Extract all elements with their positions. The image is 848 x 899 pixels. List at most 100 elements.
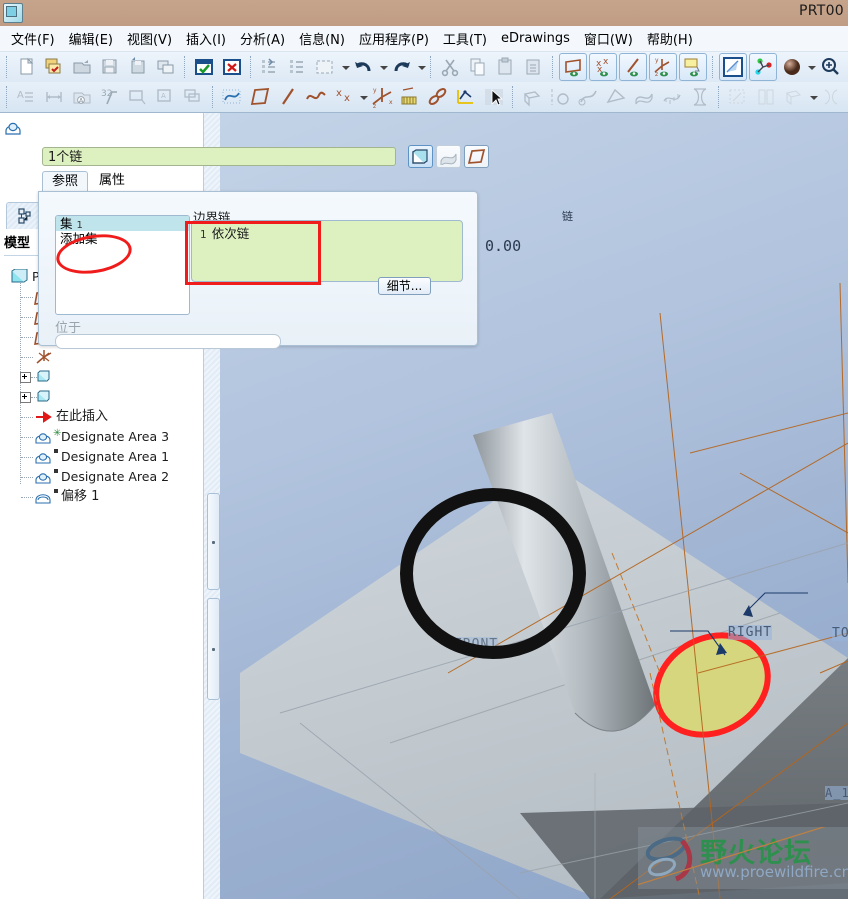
tree-expand-icon[interactable] [20,392,31,403]
pattern-icon[interactable] [781,84,807,110]
toolbar-separator [712,56,714,78]
accept-check-icon[interactable] [191,54,217,80]
datum-plane-icon[interactable] [559,53,587,81]
detail-button[interactable]: 细节... [378,277,431,295]
toolbar-primary: xxx yz [0,52,848,82]
zoom-in-icon[interactable] [817,54,843,80]
title-bar: PRT00 [0,0,848,27]
pointer-icon[interactable] [481,84,507,110]
blend-icon[interactable] [603,84,629,110]
set-list-row-set1[interactable]: 集 1 [56,216,189,231]
layer-icon[interactable] [125,84,151,110]
surface-icon[interactable] [631,84,657,110]
regenerate-all-icon[interactable] [285,54,311,80]
new-file-icon[interactable] [13,54,39,80]
revolve-icon[interactable] [547,84,573,110]
curve-yellow-icon[interactable] [453,84,479,110]
selection-dropdown-arrow-icon[interactable] [340,54,350,80]
extrude-icon[interactable] [519,84,545,110]
menu-tools[interactable]: 工具(T) [436,26,494,51]
dimension-value[interactable]: 0.00 [485,237,521,255]
at-input[interactable] [55,334,281,349]
svg-text:z: z [373,103,376,110]
datum-point-icon[interactable]: xxx [589,53,617,81]
paste-icon[interactable] [493,54,519,80]
undo-dropdown-arrow-icon[interactable] [378,54,388,80]
point-dropdown-arrow-icon[interactable] [358,84,368,110]
tab-references[interactable]: 参照 [42,171,89,192]
pattern-dropdown-arrow-icon[interactable] [808,84,818,110]
copy-icon[interactable] [465,54,491,80]
cancel-x-icon[interactable] [219,54,245,80]
save-icon[interactable] [97,54,123,80]
selection-box-icon[interactable] [313,54,339,80]
chain-link-icon[interactable] [425,84,451,110]
designate-area-nav-icon[interactable] [3,118,23,138]
model-tree-tab[interactable] [6,202,40,229]
datum-plane-toggle[interactable] [464,145,489,168]
menu-help[interactable]: 帮助(H) [640,26,700,51]
menu-analysis[interactable]: 分析(A) [233,26,292,51]
splitter-handle-bottom[interactable] [207,598,220,700]
save-a-copy-icon[interactable] [125,54,151,80]
black-circle-highlight [400,488,586,659]
axis-brown-icon[interactable] [275,84,301,110]
text-style-icon[interactable]: A [13,84,39,110]
undo-icon[interactable] [351,54,377,80]
annotation-icon[interactable] [679,53,707,81]
appearance-dropdown-arrow-icon[interactable] [806,54,816,80]
mirror-icon[interactable] [819,84,845,110]
appearance-sphere-icon[interactable] [779,54,805,80]
mesh-icon[interactable] [659,84,685,110]
layer-props-icon[interactable]: A [153,84,179,110]
draft-icon[interactable] [725,84,751,110]
menu-info[interactable]: 信息(N) [292,26,352,51]
named-view-icon[interactable] [749,53,777,81]
tab-properties[interactable]: 属性 [90,171,134,192]
application-window: PRT00 文件(F) 编辑(E) 视图(V) 插入(I) 分析(A) 信息(N… [0,0,848,899]
feature-marker-square-icon [54,489,58,493]
tolerance-32-icon[interactable]: 32 [97,84,123,110]
view-note-icon[interactable]: A [69,84,95,110]
dimension-icon[interactable] [41,84,67,110]
plane-label-right[interactable]: RIGHT [728,625,773,640]
datum-axis-icon[interactable] [619,53,647,81]
menu-edrawings[interactable]: eDrawings [494,28,577,49]
spin-center-icon[interactable] [719,53,747,81]
solid-surface-toggle[interactable] [408,145,433,168]
menu-file[interactable]: 文件(F) [4,26,62,51]
datum-csys-icon[interactable]: yz [649,53,677,81]
redo-icon[interactable] [389,54,415,80]
open-folder-icon[interactable] [69,54,95,80]
rib-icon[interactable] [753,84,779,110]
paste-special-icon[interactable] [521,54,547,80]
plane-label-top[interactable]: TOP [832,626,848,641]
csys-brown-icon[interactable]: y z x [369,84,395,110]
point-brown-icon[interactable]: xx [331,84,357,110]
splitter-handle-top[interactable] [207,493,220,590]
layer-copy-icon[interactable] [181,84,207,110]
svg-text:y: y [373,87,377,94]
plane-brown-icon[interactable] [247,84,273,110]
tree-expand-icon[interactable] [20,372,31,383]
menu-applications[interactable]: 应用程序(P) [352,26,436,51]
menu-window[interactable]: 窗口(W) [577,26,640,51]
menu-insert[interactable]: 插入(I) [179,26,233,51]
redo-dropdown-arrow-icon[interactable] [416,54,426,80]
toolbar-separator [250,56,252,78]
regenerate-icon[interactable] [257,54,283,80]
sweep-icon[interactable] [575,84,601,110]
menu-edit[interactable]: 编辑(E) [62,26,120,51]
axis-label-a1[interactable]: A_1 [825,786,848,800]
quilt-surface-toggle[interactable] [436,145,461,168]
chain-collector-field[interactable]: 1个链 [42,147,396,166]
curve-brown-icon[interactable] [303,84,329,110]
cut-icon[interactable] [437,54,463,80]
copy-window-icon[interactable] [153,54,179,80]
tree-node-label: Designate Area 3 [61,429,170,444]
menu-view[interactable]: 视图(V) [120,26,179,51]
shell-icon[interactable] [687,84,713,110]
open-recent-icon[interactable] [41,54,67,80]
graph-icon[interactable] [397,84,423,110]
sketch-curve-icon[interactable] [219,84,245,110]
